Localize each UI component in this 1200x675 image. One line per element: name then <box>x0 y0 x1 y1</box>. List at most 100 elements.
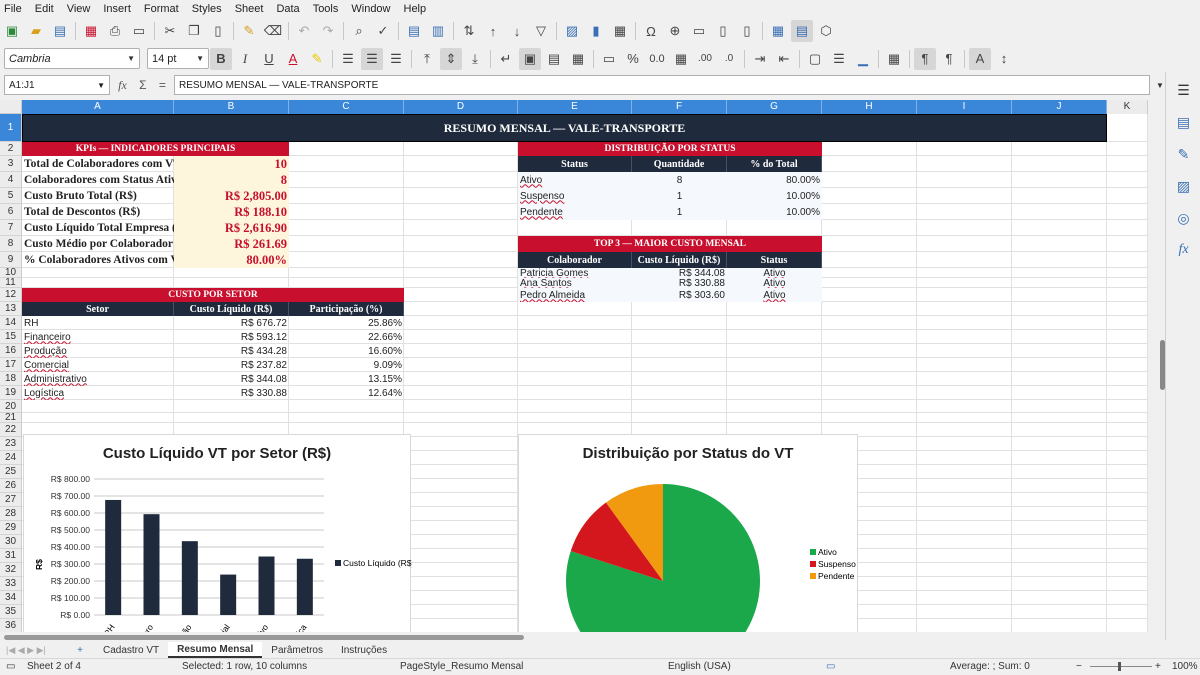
bar[interactable] <box>105 499 122 615</box>
sidebar-menu-icon[interactable]: ☰ <box>1166 76 1200 104</box>
status-dist-pct[interactable]: 10.00% <box>727 204 822 220</box>
select-all-corner[interactable] <box>0 100 22 114</box>
kpi-value[interactable]: 80.00% <box>174 252 289 268</box>
menu-item-file[interactable]: File <box>4 3 22 15</box>
align-middle-icon[interactable]: ⇕ <box>440 47 462 70</box>
bar[interactable] <box>258 556 275 615</box>
row-header[interactable]: 13 <box>0 302 22 316</box>
menu-item-window[interactable]: Window <box>351 3 390 15</box>
hyperlink-icon[interactable]: ⊕ <box>664 20 686 42</box>
define-print-area-icon[interactable]: ▯ <box>736 20 758 42</box>
kpi-value[interactable]: R$ 188.10 <box>174 204 289 220</box>
status-dist-qty[interactable]: 8 <box>632 172 727 188</box>
print-preview-icon[interactable]: ▭ <box>128 20 150 42</box>
function-wizard-icon[interactable]: fx <box>118 78 127 93</box>
row-header[interactable]: 21 <box>0 412 22 423</box>
clone-formatting-icon[interactable]: ✎ <box>238 20 260 42</box>
column-header[interactable]: C <box>289 100 404 114</box>
row-header[interactable]: 2 <box>0 142 22 156</box>
column-header[interactable]: A <box>22 100 174 114</box>
export-pdf-icon[interactable]: ▦ <box>80 20 102 42</box>
sector-name[interactable]: Financeiro <box>22 330 174 344</box>
top3-col-header[interactable]: Status <box>727 252 822 268</box>
status-dist-pct[interactable]: 80.00% <box>727 172 822 188</box>
find-replace-icon[interactable]: ⌕ <box>348 20 370 42</box>
menu-item-styles[interactable]: Styles <box>192 3 222 15</box>
zoom-in-icon[interactable]: + <box>1155 661 1161 672</box>
pie-chart[interactable]: Distribuição por Status do VT Ativo Suspen… <box>518 434 858 632</box>
row-header[interactable]: 19 <box>0 386 22 400</box>
chart-icon[interactable]: ▮ <box>585 20 607 42</box>
spreadsheet-grid[interactable]: A B C D E F G H I J K 1 2 3 4 5 6 7 8 9 10 11 12 13 14 15 16 17 18 19… <box>0 100 1148 632</box>
menu-item-format[interactable]: Format <box>144 3 179 15</box>
row-header[interactable]: 36 <box>0 619 22 632</box>
kpi-label[interactable]: Custo Médio por Colaborador (R$) <box>22 236 174 252</box>
align-bottom-icon[interactable]: ⤓ <box>464 48 486 70</box>
add-decimal-icon[interactable]: .00 <box>694 48 716 70</box>
sector-name[interactable]: Logística <box>22 386 174 400</box>
autofilter-icon[interactable]: ▽ <box>530 20 552 42</box>
sector-pct[interactable]: 9.09% <box>289 358 404 372</box>
sector-col-header[interactable]: Participação (%) <box>289 302 404 316</box>
top3-status[interactable]: Ativo <box>727 268 822 278</box>
kpi-label[interactable]: Custo Bruto Total (R$) <box>22 188 174 204</box>
top3-cost[interactable]: R$ 330.88 <box>632 278 727 288</box>
top3-name[interactable]: Ana Santos <box>518 278 632 288</box>
selection-mode-icon[interactable]: ▭ <box>826 661 835 672</box>
status-dist-name[interactable]: Ativo <box>518 172 632 188</box>
status-dist-name[interactable]: Pendente <box>518 204 632 220</box>
top3-cost[interactable]: R$ 344.08 <box>632 268 727 278</box>
sector-pct[interactable]: 13.15% <box>289 372 404 386</box>
status-dist-pct[interactable]: 10.00% <box>727 188 822 204</box>
underline-button[interactable]: U <box>258 48 280 70</box>
vertical-scrollbar[interactable] <box>1152 100 1165 632</box>
sector-pct[interactable]: 22.66% <box>289 330 404 344</box>
special-character-icon[interactable]: Ω <box>640 20 662 42</box>
date-format-icon[interactable]: ▦ <box>670 48 692 70</box>
sector-name[interactable]: Administrativo <box>22 372 174 386</box>
print-icon[interactable]: ⎙ <box>104 20 126 42</box>
sector-cost[interactable]: R$ 344.08 <box>174 372 289 386</box>
header-footer-icon[interactable]: ▯ <box>712 20 734 42</box>
status-dist-name[interactable]: Suspenso <box>518 188 632 204</box>
text-direction-horizontal-icon[interactable]: A <box>969 47 991 70</box>
top3-cost[interactable]: R$ 303.60 <box>632 288 727 302</box>
column-icon[interactable]: ▥ <box>427 20 449 42</box>
row-header[interactable]: 3 <box>0 156 22 172</box>
split-window-icon[interactable]: ▤ <box>791 20 813 42</box>
percent-format-icon[interactable]: % <box>622 48 644 70</box>
styles-icon[interactable]: ✎ <box>1166 140 1200 168</box>
freeze-rows-icon[interactable]: ▦ <box>767 20 789 42</box>
cut-icon[interactable]: ✂ <box>159 20 181 42</box>
zoom-out-icon[interactable]: − <box>1076 661 1082 672</box>
row-header[interactable]: 30 <box>0 535 22 549</box>
page-style[interactable]: PageStyle_Resumo Mensal <box>400 661 523 672</box>
tab-sheet[interactable]: Parâmetros <box>262 642 332 658</box>
menu-item-sheet[interactable]: Sheet <box>235 3 264 15</box>
row-header[interactable]: 28 <box>0 507 22 521</box>
right-to-left-icon[interactable]: ¶ <box>938 48 960 70</box>
menu-item-insert[interactable]: Insert <box>103 3 131 15</box>
row-header[interactable]: 22 <box>0 423 22 437</box>
decrease-indent-icon[interactable]: ⇤ <box>773 48 795 70</box>
row-header[interactable]: 18 <box>0 372 22 386</box>
borders-icon[interactable]: ▢ <box>804 48 826 70</box>
align-right-icon[interactable]: ☰ <box>385 48 407 70</box>
horizontal-scrollbar[interactable] <box>0 632 1163 642</box>
gallery-icon[interactable]: ▨ <box>1166 172 1200 200</box>
paste-icon[interactable]: ▯ <box>207 20 229 42</box>
undo-icon[interactable]: ↶ <box>293 20 315 42</box>
row-header[interactable]: 26 <box>0 479 22 493</box>
sector-name[interactable]: RH <box>22 316 174 330</box>
bar[interactable] <box>181 541 198 615</box>
row-header[interactable]: 24 <box>0 451 22 465</box>
clear-formatting-icon[interactable]: ⌫ <box>262 20 284 42</box>
new-icon[interactable]: ▣ <box>1 20 23 42</box>
highlight-color-icon[interactable]: ✎ <box>306 48 328 70</box>
row-header[interactable]: 33 <box>0 577 22 591</box>
row-header[interactable]: 34 <box>0 591 22 605</box>
kpi-value[interactable]: R$ 261.69 <box>174 236 289 252</box>
row-header[interactable]: 25 <box>0 465 22 479</box>
row-header[interactable]: 8 <box>0 236 22 252</box>
sector-header[interactable]: CUSTO POR SETOR <box>22 288 404 302</box>
